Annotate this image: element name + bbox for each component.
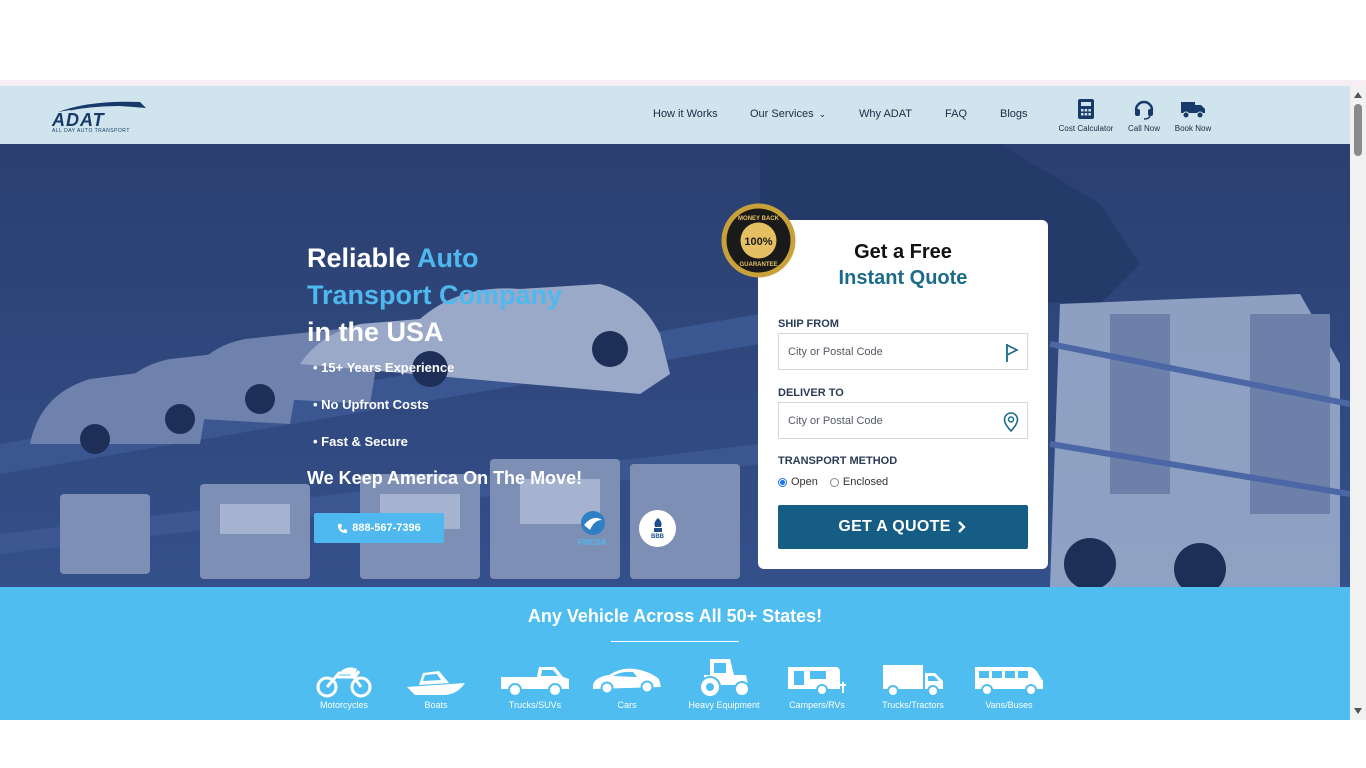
hero-bullet-experience: • 15+ Years Experience	[313, 360, 455, 375]
cost-calculator-label: Cost Calculator	[1058, 124, 1114, 133]
deliver-to-label: DELIVER TO	[778, 387, 844, 399]
hero-tagline: We Keep America On The Move!	[307, 468, 583, 488]
nav-how-it-works[interactable]: How it Works	[653, 108, 718, 120]
radio-enclosed-label[interactable]: Enclosed	[843, 476, 888, 488]
get-quote-button[interactable]: GET A QUOTE	[778, 505, 1028, 549]
vehicle-heavy-equipment[interactable]: Heavy Equipment	[679, 659, 769, 710]
vehicle-campers-rvs-label: Campers/RVs	[789, 700, 845, 710]
nav-faq[interactable]: FAQ	[945, 108, 967, 120]
vehicle-cars[interactable]: Cars	[582, 663, 672, 710]
vehicle-motorcycles-label: Motorcycles	[319, 700, 368, 710]
vehicle-campers-rvs[interactable]: Campers/RVs	[772, 663, 862, 710]
chevron-down-icon: ⌄	[818, 109, 827, 119]
vehicle-vans-buses-label: Vans/Buses	[985, 700, 1033, 710]
calculator-icon	[1078, 99, 1094, 119]
badge-bottom-text: GUARANTEE	[739, 262, 777, 268]
pickup-truck-icon	[501, 667, 569, 697]
title-underline	[611, 641, 739, 642]
bbb-torch-icon	[653, 518, 662, 532]
fmcsa-label: FMCSA	[578, 538, 607, 547]
money-back-guarantee-badge: 100% MONEY BACK GUARANTEE	[721, 203, 796, 278]
ship-from-input[interactable]	[779, 334, 989, 369]
radio-open[interactable]	[778, 477, 787, 487]
badge-top-text: MONEY BACK	[738, 216, 780, 222]
hero-section: Reliable Auto Transport Company in the U…	[0, 144, 1350, 587]
scroll-thumb[interactable]	[1354, 104, 1362, 156]
boat-icon	[407, 671, 465, 695]
hero-title-part1: Reliable	[307, 243, 418, 273]
vehicle-vans-buses[interactable]: Vans/Buses	[964, 663, 1054, 710]
phone-number: 888-567-7396	[352, 522, 421, 534]
map-pin-icon	[1003, 412, 1019, 432]
deliver-to-input[interactable]	[779, 403, 989, 438]
camper-icon	[788, 667, 846, 696]
fmcsa-emblem-icon	[581, 511, 605, 535]
cost-calculator-button[interactable]: Cost Calculator	[1056, 98, 1116, 133]
vehicle-trucks-suvs[interactable]: Trucks/SUVs	[490, 663, 580, 710]
transport-method-label: TRANSPORT METHOD	[778, 455, 898, 467]
quote-title-line1: Get a Free	[854, 241, 952, 263]
flag-icon	[1006, 344, 1019, 362]
vehicle-trucks-tractors-label: Trucks/Tractors	[882, 700, 944, 710]
box-truck-icon	[883, 665, 943, 697]
nav-blogs[interactable]: Blogs	[1000, 108, 1028, 120]
phone-icon	[338, 523, 348, 533]
vehicle-trucks-tractors[interactable]: Trucks/Tractors	[868, 663, 958, 710]
hero-bullet-no-upfront: • No Upfront Costs	[313, 397, 429, 412]
brand-logo[interactable]: ADAT ALL DAY AUTO TRANSPORT	[50, 98, 154, 134]
nav-our-services[interactable]: Our Services ⌄	[750, 108, 826, 120]
vehicle-boats[interactable]: Boats	[391, 663, 481, 710]
fmcsa-logo: FMCSA	[578, 510, 614, 550]
radio-enclosed[interactable]	[829, 477, 839, 487]
bbb-label: BBB	[651, 534, 664, 540]
ship-from-field[interactable]	[778, 333, 1028, 370]
book-now-button[interactable]: Book Now	[1163, 98, 1223, 133]
site-header: ADAT ALL DAY AUTO TRANSPORT How it Works…	[0, 86, 1350, 144]
hero-car-carrier-image	[0, 144, 1350, 587]
vehicle-cars-label: Cars	[617, 700, 637, 710]
bbb-logo: BBB	[639, 510, 676, 547]
headset-icon	[1134, 100, 1154, 120]
vehicle-heavy-equipment-label: Heavy Equipment	[688, 700, 760, 710]
vehicle-section-title: Any Vehicle Across All 50+ States!	[527, 606, 823, 626]
logo-subtext: ALL DAY AUTO TRANSPORT	[52, 128, 130, 134]
nav-why-adat[interactable]: Why ADAT	[859, 108, 912, 120]
vehicle-motorcycles[interactable]: Motorcycles	[299, 663, 389, 710]
motorcycle-icon	[316, 667, 372, 698]
transport-method-options: Open Enclosed	[778, 476, 888, 488]
ship-from-label: SHIP FROM	[778, 318, 839, 330]
quote-title-line2: Instant Quote	[838, 267, 968, 289]
hero-title-part2: in the USA	[307, 317, 444, 347]
hero-bullet-fast-secure: • Fast & Secure	[313, 434, 408, 449]
car-icon	[593, 668, 661, 695]
nav-our-services-label: Our Services	[750, 108, 814, 120]
book-now-label: Book Now	[1174, 124, 1212, 133]
radio-open-label[interactable]: Open	[791, 476, 818, 488]
page-scrollbar[interactable]	[1350, 86, 1366, 720]
scroll-up-arrow-icon[interactable]	[1354, 92, 1362, 98]
vehicle-types-section: Any Vehicle Across All 50+ States! Motor…	[0, 587, 1350, 720]
scroll-down-arrow-icon[interactable]	[1354, 708, 1362, 714]
phone-call-button[interactable]: 888-567-7396	[314, 513, 444, 543]
truck-icon	[1181, 102, 1205, 119]
quote-form: Get a Free Instant Quote SHIP FROM DELIV…	[758, 220, 1048, 569]
hero-title: Reliable Auto Transport Company in the U…	[307, 240, 607, 351]
tractor-icon	[699, 659, 750, 698]
vehicle-trucks-suvs-label: Trucks/SUVs	[508, 700, 562, 710]
badge-center-text: 100%	[744, 236, 772, 248]
vehicle-boats-label: Boats	[424, 700, 448, 710]
get-quote-label: GET A QUOTE	[838, 518, 951, 535]
chevron-right-icon	[957, 521, 966, 533]
deliver-to-field[interactable]	[778, 402, 1028, 439]
van-icon	[975, 667, 1043, 696]
